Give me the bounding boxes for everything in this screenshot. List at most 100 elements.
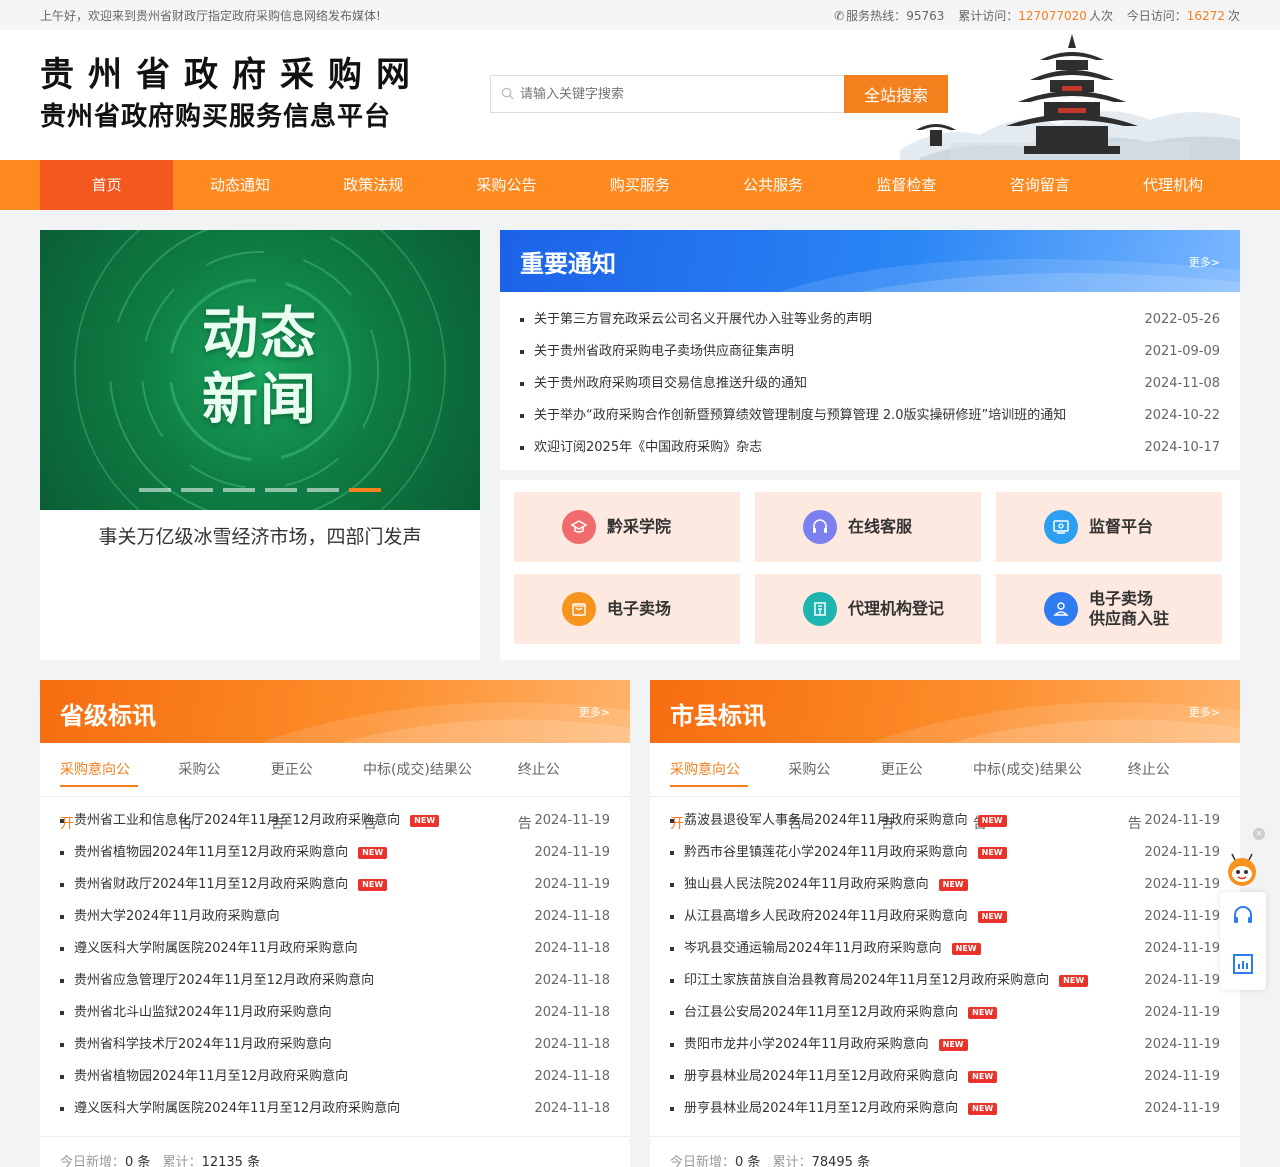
list-item-title[interactable]: 贵州省财政厅2024年11月至12月政府采购意向 NEW bbox=[60, 869, 388, 901]
list-item-title[interactable]: 贵州省北斗山监狱2024年11月政府采购意向 bbox=[60, 997, 332, 1029]
list-item[interactable]: 贵州省植物园2024年11月至12月政府采购意向 2024-11-18 bbox=[60, 1061, 610, 1093]
nav-item-3[interactable]: 采购公告 bbox=[440, 160, 573, 210]
list-item-title[interactable]: 贵州大学2024年11月政府采购意向 bbox=[60, 901, 280, 933]
list-item[interactable]: 册亨县林业局2024年11月至12月政府采购意向 NEW 2024-11-19 bbox=[670, 1061, 1220, 1093]
notice-header: 重要通知 更多> bbox=[500, 230, 1240, 292]
new-badge: NEW bbox=[977, 814, 1007, 827]
nav-item-2[interactable]: 政策法规 bbox=[307, 160, 440, 210]
nav-item-5[interactable]: 公共服务 bbox=[706, 160, 839, 210]
city-more-link[interactable]: 更多> bbox=[1189, 704, 1220, 720]
carousel-dot[interactable] bbox=[181, 488, 213, 492]
list-item-title[interactable]: 独山县人民法院2024年11月政府采购意向 NEW bbox=[670, 869, 968, 901]
list-item[interactable]: 贵州大学2024年11月政府采购意向 2024-11-18 bbox=[60, 901, 610, 933]
list-item-title[interactable]: 贵州省科学技术厅2024年11月政府采购意向 bbox=[60, 1029, 332, 1061]
list-item-title[interactable]: 从江县高增乡人民政府2024年11月政府采购意向 NEW bbox=[670, 901, 1007, 933]
list-item-title[interactable]: 贵州省植物园2024年11月至12月政府采购意向 bbox=[60, 1061, 348, 1093]
city-stats: 今日新增：0 条 累计：78495 条 bbox=[650, 1136, 1240, 1167]
provincial-tab-0[interactable]: 采购意向公开 bbox=[60, 743, 139, 832]
notice-more-link[interactable]: 更多> bbox=[1189, 254, 1220, 270]
service-3[interactable]: 电子卖场 bbox=[514, 574, 740, 644]
nav-item-0[interactable]: 首页 bbox=[40, 160, 174, 210]
carousel-caption[interactable]: 事关万亿级冰雪经济市场，四部门发声 bbox=[40, 522, 480, 549]
list-item-title[interactable]: 黔西市谷里镇莲花小学2024年11月政府采购意向 NEW bbox=[670, 837, 1007, 869]
nav-item-4[interactable]: 购买服务 bbox=[573, 160, 706, 210]
list-item-title[interactable]: 关于贵州省政府采购电子卖场供应商征集声明 bbox=[520, 336, 794, 368]
statistics-icon[interactable] bbox=[1220, 940, 1266, 988]
city-title: 市县标讯 bbox=[670, 702, 766, 730]
list-item[interactable]: 从江县高增乡人民政府2024年11月政府采购意向 NEW 2024-11-19 bbox=[670, 901, 1220, 933]
list-item-title[interactable]: 贵州省应急管理厅2024年11月至12月政府采购意向 bbox=[60, 965, 374, 997]
search-icon bbox=[501, 85, 514, 104]
search-input[interactable] bbox=[520, 86, 820, 102]
list-item[interactable]: 关于第三方冒充政采云公司名义开展代办入驻等业务的声明 2022-05-26 bbox=[520, 304, 1220, 336]
city-tab-0[interactable]: 采购意向公开 bbox=[670, 743, 749, 832]
list-item[interactable]: 遵义医科大学附属医院2024年11月政府采购意向 2024-11-18 bbox=[60, 933, 610, 965]
city-tabs: 采购意向公开采购公告更正公告中标(成交)结果公告终止公告 bbox=[650, 743, 1240, 832]
list-item-title[interactable]: 台江县公安局2024年11月至12月政府采购意向 NEW bbox=[670, 997, 998, 1029]
carousel-dot[interactable] bbox=[139, 488, 171, 492]
list-item-title[interactable]: 册亨县林业局2024年11月至12月政府采购意向 NEW bbox=[670, 1061, 998, 1093]
list-item-title[interactable]: 关于第三方冒充政采云公司名义开展代办入驻等业务的声明 bbox=[520, 304, 872, 336]
service-1[interactable]: 在线客服 bbox=[755, 492, 981, 562]
list-item[interactable]: 贵州省财政厅2024年11月至12月政府采购意向 NEW 2024-11-19 bbox=[60, 869, 610, 901]
list-item[interactable]: 印江土家族苗族自治县教育局2024年11月至12月政府采购意向 NEW 2024-1… bbox=[670, 965, 1220, 997]
list-item-title[interactable]: 关于举办“政府采购合作创新暨预算绩效管理制度与预算管理 2.0版实操研修班”培训… bbox=[520, 400, 1066, 432]
service-5[interactable]: 电子卖场 供应商入驻 bbox=[996, 574, 1222, 644]
service-0[interactable]: 黔采学院 bbox=[514, 492, 740, 562]
list-item-title[interactable]: 岑巩县交通运输局2024年11月政府采购意向 NEW bbox=[670, 933, 981, 965]
list-item-title[interactable]: 关于贵州政府采购项目交易信息推送升级的通知 bbox=[520, 368, 807, 400]
list-item[interactable]: 关于举办“政府采购合作创新暨预算绩效管理制度与预算管理 2.0版实操研修班”培训… bbox=[520, 400, 1220, 432]
list-item-title[interactable]: 欢迎订阅2025年《中国政府采购》杂志 bbox=[520, 432, 762, 464]
list-item-title[interactable]: 遵义医科大学附属医院2024年11月至12月政府采购意向 bbox=[60, 1093, 400, 1125]
provincial-tab-3[interactable]: 中标(成交)结果公告 bbox=[363, 743, 478, 832]
provincial-tab-2[interactable]: 更正公告 bbox=[271, 743, 323, 832]
provincial-tab-4[interactable]: 终止公告 bbox=[518, 743, 570, 832]
nav-item-8[interactable]: 代理机构 bbox=[1106, 160, 1239, 210]
provincial-tabs: 采购意向公开 采购公告 更正公告 中标(成交)结果公告 终止公告 bbox=[40, 743, 630, 832]
provincial-tab-1[interactable]: 采购公告 bbox=[178, 743, 230, 832]
nav-item-7[interactable]: 咨询留言 bbox=[973, 160, 1106, 210]
list-item[interactable]: 贵州省科学技术厅2024年11月政府采购意向 2024-11-18 bbox=[60, 1029, 610, 1061]
list-item[interactable]: 关于贵州省政府采购电子卖场供应商征集声明 2021-09-09 bbox=[520, 336, 1220, 368]
list-item-title[interactable]: 册亨县林业局2024年11月至12月政府采购意向 NEW bbox=[670, 1093, 998, 1125]
mascot-icon[interactable] bbox=[1222, 852, 1262, 892]
list-item[interactable]: 贵州省北斗山监狱2024年11月政府采购意向 2024-11-18 bbox=[60, 997, 610, 1029]
site-logo[interactable]: 贵州省政府采购网 贵州省政府购买服务信息平台 bbox=[40, 54, 424, 136]
list-item-date: 2024-11-19 bbox=[1144, 1005, 1220, 1020]
logo-subtitle: 贵州省政府购买服务信息平台 bbox=[40, 102, 392, 132]
list-item-title[interactable]: 贵阳市龙井小学2024年11月政府采购意向 NEW bbox=[670, 1029, 968, 1061]
list-item[interactable]: 台江县公安局2024年11月至12月政府采购意向 NEW 2024-11-19 bbox=[670, 997, 1220, 1029]
city-tab-2[interactable]: 更正公告 bbox=[881, 743, 933, 832]
list-item[interactable]: 册亨县林业局2024年11月至12月政府采购意向 NEW 2024-11-19 bbox=[670, 1093, 1220, 1125]
close-icon[interactable]: × bbox=[1253, 828, 1265, 840]
list-item-title[interactable]: 遵义医科大学附属医院2024年11月政府采购意向 bbox=[60, 933, 358, 965]
provincial-total-count: 12135 条 bbox=[201, 1155, 261, 1167]
service-2[interactable]: 监督平台 bbox=[996, 492, 1222, 562]
news-carousel[interactable]: 动态 新闻 事关万亿级冰雪经济市场，四部门发声 bbox=[40, 230, 480, 660]
list-item[interactable]: 贵州省应急管理厅2024年11月至12月政府采购意向 2024-11-18 bbox=[60, 965, 610, 997]
customer-service-icon[interactable] bbox=[1220, 892, 1266, 940]
list-item-title[interactable]: 印江土家族苗族自治县教育局2024年11月至12月政府采购意向 NEW bbox=[670, 965, 1089, 997]
nav-item-1[interactable]: 动态通知 bbox=[173, 160, 306, 210]
list-item[interactable]: 关于贵州政府采购项目交易信息推送升级的通知 2024-11-08 bbox=[520, 368, 1220, 400]
service-4[interactable]: 代理机构登记 bbox=[755, 574, 981, 644]
carousel-dot[interactable] bbox=[307, 488, 339, 492]
list-item[interactable]: 欢迎订阅2025年《中国政府采购》杂志 2024-10-17 bbox=[520, 432, 1220, 464]
provincial-more-link[interactable]: 更多> bbox=[579, 704, 610, 720]
nav-item-6[interactable]: 监督检查 bbox=[840, 160, 973, 210]
list-item-title[interactable]: 贵州省植物园2024年11月至12月政府采购意向 NEW bbox=[60, 837, 388, 869]
list-item-date: 2024-11-18 bbox=[534, 1069, 610, 1084]
carousel-dot-active[interactable] bbox=[349, 488, 381, 492]
city-tab-1[interactable]: 采购公告 bbox=[788, 743, 840, 832]
list-item[interactable]: 遵义医科大学附属医院2024年11月至12月政府采购意向 2024-11-18 bbox=[60, 1093, 610, 1125]
carousel-image[interactable]: 动态 新闻 bbox=[40, 230, 480, 510]
carousel-dot[interactable] bbox=[265, 488, 297, 492]
list-item-title[interactable]: 贵州省工业和信息化厅2024年11月至12月政府采购意向 NEW bbox=[60, 805, 440, 837]
carousel-dot[interactable] bbox=[223, 488, 255, 492]
city-tab-3[interactable]: 中标(成交)结果公告 bbox=[973, 743, 1088, 832]
list-item[interactable]: 岑巩县交通运输局2024年11月政府采购意向 NEW 2024-11-19 bbox=[670, 933, 1220, 965]
list-item-title[interactable]: 荔波县退役军人事务局2024年11月政府采购意向 NEW bbox=[670, 805, 1007, 837]
list-item[interactable]: 独山县人民法院2024年11月政府采购意向 NEW 2024-11-19 bbox=[670, 869, 1220, 901]
city-tab-4[interactable]: 终止公告 bbox=[1128, 743, 1180, 832]
list-item[interactable]: 贵阳市龙井小学2024年11月政府采购意向 NEW 2024-11-19 bbox=[670, 1029, 1220, 1061]
